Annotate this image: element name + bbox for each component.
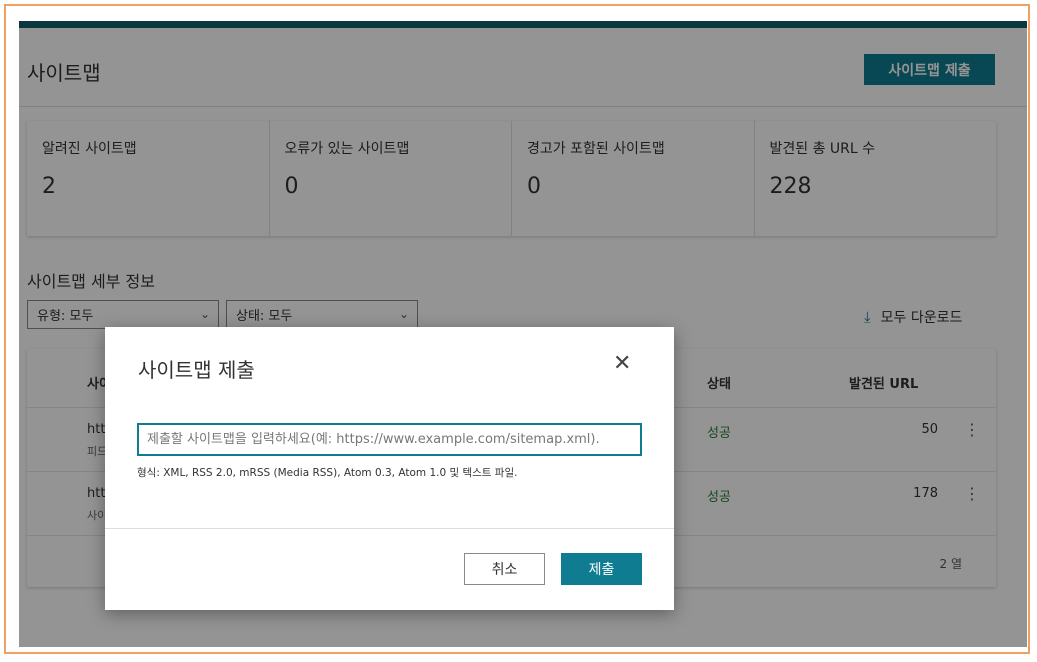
- close-icon[interactable]: ✕: [613, 353, 631, 375]
- screenshot-frame: 사이트맵 사이트맵 제출 알려진 사이트맵 2 오류가 있는 사이트맵 0 경고…: [4, 4, 1030, 654]
- sitemap-url-input[interactable]: [137, 423, 642, 456]
- page: 사이트맵 사이트맵 제출 알려진 사이트맵 2 오류가 있는 사이트맵 0 경고…: [19, 21, 1027, 647]
- format-hint: 형식: XML, RSS 2.0, mRSS (Media RSS), Atom…: [137, 467, 518, 479]
- submit-button[interactable]: 제출: [561, 553, 642, 585]
- submit-sitemap-dialog: 사이트맵 제출 ✕ 형식: XML, RSS 2.0, mRSS (Media …: [105, 327, 674, 610]
- cancel-button[interactable]: 취소: [464, 553, 545, 585]
- dialog-divider: [105, 528, 674, 529]
- dialog-title: 사이트맵 제출: [138, 358, 255, 382]
